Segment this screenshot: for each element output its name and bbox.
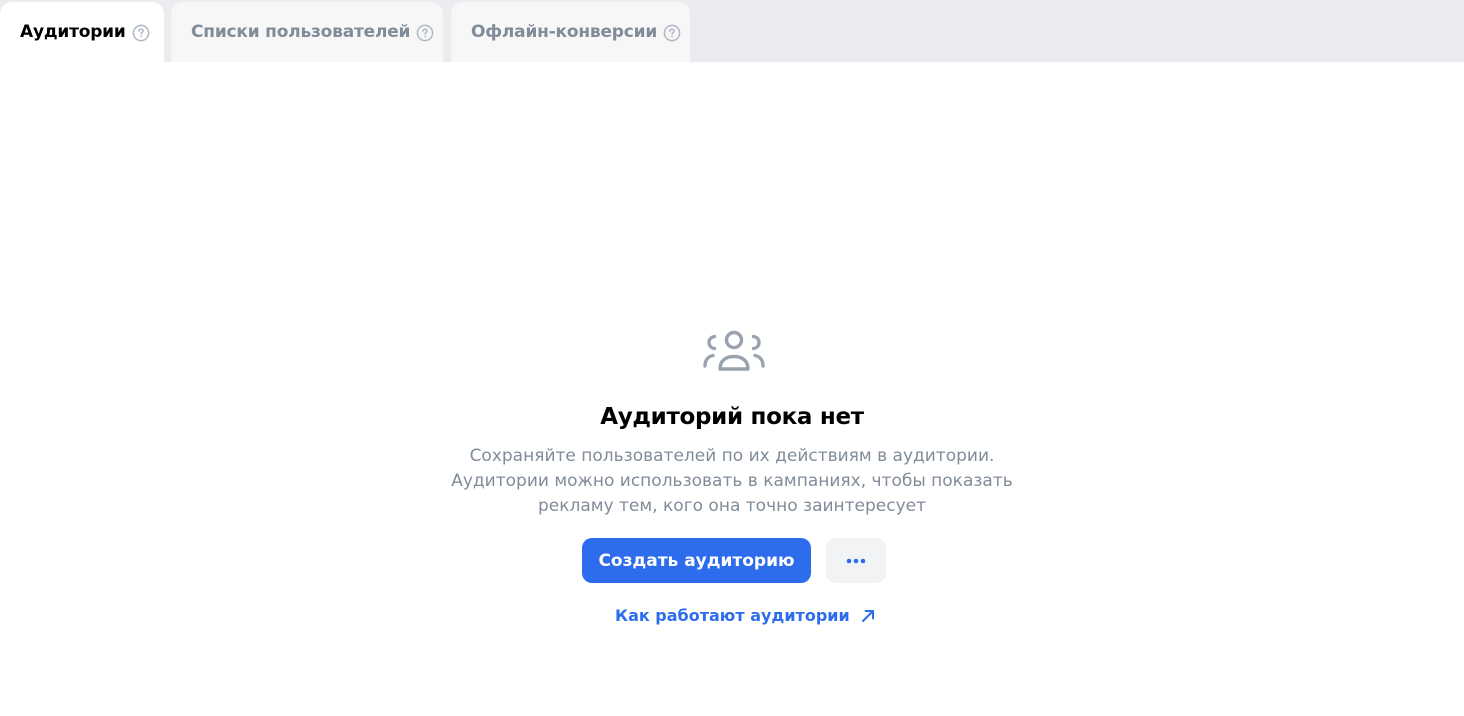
description-line: Аудитории можно использовать в кампаниях…: [451, 471, 1013, 491]
help-circle-icon[interactable]: [663, 24, 681, 42]
tab-audiences[interactable]: Аудитории: [0, 2, 164, 62]
empty-state-title: Аудиторий пока нет: [600, 404, 864, 430]
people-icon: [701, 327, 767, 375]
tab-offline-conversions[interactable]: Офлайн-конверсии: [451, 2, 690, 62]
help-link-label: Как работают аудитории: [615, 606, 850, 625]
help-circle-icon[interactable]: [416, 24, 434, 42]
tab-user-lists[interactable]: Списки пользователей: [171, 2, 443, 62]
more-actions-button[interactable]: [826, 538, 886, 583]
tab-offline-conversions-label: Офлайн-конверсии: [471, 22, 658, 42]
create-audience-button[interactable]: Создать аудиторию: [582, 538, 811, 583]
external-arrow-icon: [859, 607, 877, 625]
help-circle-icon[interactable]: [132, 24, 150, 42]
empty-state-description: Сохраняйте пользователей по их действиям…: [432, 444, 1032, 519]
ellipsis-icon: [845, 558, 867, 564]
how-audiences-work-link[interactable]: Как работают аудитории: [615, 606, 877, 625]
tab-audiences-label: Аудитории: [20, 22, 126, 42]
empty-state: Аудиторий пока нет Сохраняйте пользовате…: [0, 62, 1464, 716]
tab-bar: Аудитории Списки пользователей Офлайн-ко…: [0, 0, 1464, 62]
description-line: Сохраняйте пользователей по их действиям…: [469, 446, 995, 466]
description-line: рекламу тем, кого она точно заинтересует: [537, 496, 927, 516]
tab-user-lists-label: Списки пользователей: [191, 22, 411, 42]
